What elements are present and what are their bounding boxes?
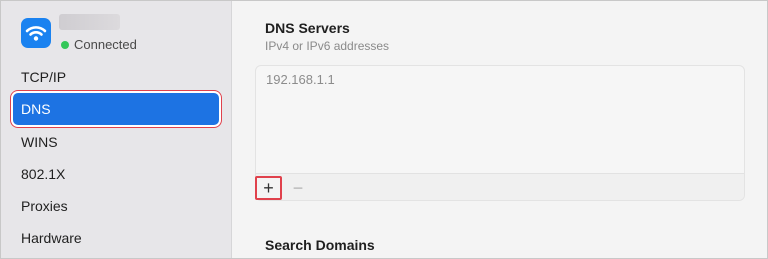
sidebar-item-proxies[interactable]: Proxies [13, 190, 219, 222]
sidebar-item-tcpip[interactable]: TCP/IP [13, 61, 219, 93]
dns-servers-title: DNS Servers [265, 20, 350, 36]
sidebar-item-hardware[interactable]: Hardware [13, 222, 219, 254]
add-dns-server-button[interactable]: + [255, 176, 282, 200]
wifi-icon [21, 18, 51, 48]
dns-servers-subtitle: IPv4 or IPv6 addresses [265, 39, 390, 53]
list-toolbar [256, 173, 744, 200]
sidebar-item-label: Hardware [21, 230, 82, 246]
status-text: Connected [74, 37, 137, 52]
network-name-redacted [59, 14, 120, 30]
remove-dns-server-button[interactable]: − [287, 178, 309, 198]
sidebar-item-label: TCP/IP [21, 69, 67, 85]
list-item[interactable]: 192.168.1.1 [266, 72, 335, 87]
dns-servers-list[interactable]: 192.168.1.1 [255, 65, 745, 201]
search-domains-title: Search Domains [265, 237, 375, 253]
sidebar-item-label: WINS [21, 134, 58, 150]
sidebar-item-label: 802.1X [21, 166, 66, 182]
sidebar-item-dns[interactable]: DNS [13, 93, 219, 125]
sidebar-item-label: DNS [21, 101, 51, 117]
sidebar: Connected TCP/IP DNS WINS 802.1X Proxies… [1, 1, 232, 258]
connection-status: Connected [61, 37, 137, 52]
sidebar-item-8021x[interactable]: 802.1X [13, 158, 219, 190]
sidebar-item-label: Proxies [21, 198, 68, 214]
status-dot-icon [61, 40, 69, 49]
sidebar-item-wins[interactable]: WINS [13, 126, 219, 158]
